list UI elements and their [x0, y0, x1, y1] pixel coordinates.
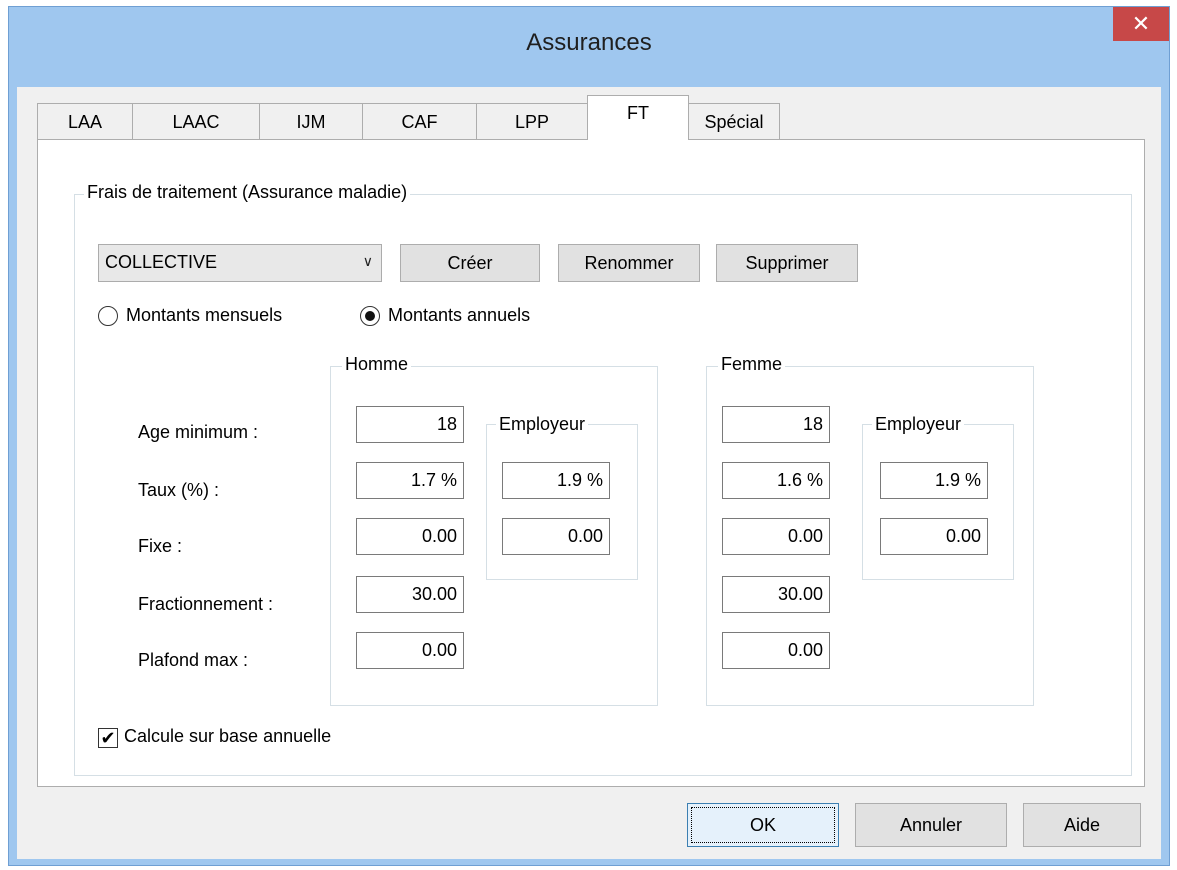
plan-select-value: COLLECTIVE: [105, 252, 218, 272]
homme-title: Homme: [342, 354, 412, 375]
help-button[interactable]: Aide: [1023, 803, 1141, 847]
homme-fixed-field[interactable]: 0.00: [356, 518, 464, 555]
monthly-radio[interactable]: [98, 306, 118, 326]
fixed-label: Fixe :: [138, 536, 183, 556]
tab-panel-ft: Frais de traitement (Assurance maladie) …: [37, 139, 1145, 787]
tab-ft[interactable]: FT: [587, 95, 689, 140]
homme-rate-field[interactable]: 1.7 %: [356, 462, 464, 499]
femme-age-min-field[interactable]: 18: [722, 406, 830, 443]
annual-radio[interactable]: [360, 306, 380, 326]
tab-lpp[interactable]: LPP: [476, 103, 588, 139]
rate-label: Taux (%) :: [138, 480, 220, 500]
checkmark-icon: ✔: [100, 728, 116, 748]
close-button[interactable]: ✕: [1113, 7, 1169, 41]
femme-fixed-field[interactable]: 0.00: [722, 518, 830, 555]
homme-employer-rate-field[interactable]: 1.9 %: [502, 462, 610, 499]
tab-caf[interactable]: CAF: [362, 103, 477, 139]
homme-age-min-field[interactable]: 18: [356, 406, 464, 443]
ok-button-label: OK: [691, 807, 835, 843]
femme-title: Femme: [718, 354, 786, 375]
annual-base-label: Calcule sur base annuelle: [124, 726, 332, 746]
radio-selected-dot: [365, 311, 375, 321]
homme-ceiling-field[interactable]: 0.00: [356, 632, 464, 669]
dialog-client: LAA LAAC IJM CAF LPP FT Spécial Frais de…: [17, 87, 1161, 859]
tab-special[interactable]: Spécial: [688, 103, 780, 139]
dialog-window: Assurances ✕ LAA LAAC IJM CAF LPP FT Spé…: [8, 6, 1170, 866]
plan-select[interactable]: COLLECTIVE ∨: [98, 244, 382, 282]
ok-button[interactable]: OK: [687, 803, 839, 847]
title-bar: Assurances ✕: [9, 7, 1169, 87]
tab-laac[interactable]: LAAC: [132, 103, 260, 139]
split-label: Fractionnement :: [138, 594, 274, 614]
annual-label: Montants annuels: [388, 305, 531, 325]
homme-employer-fixed-field[interactable]: 0.00: [502, 518, 610, 555]
femme-employer-title: Employeur: [872, 414, 965, 435]
homme-employer-group: [486, 424, 638, 580]
create-button[interactable]: Créer: [400, 244, 540, 282]
age-min-label: Age minimum :: [138, 422, 259, 442]
femme-employer-fixed-field[interactable]: 0.00: [880, 518, 988, 555]
group-title: Frais de traitement (Assurance maladie): [84, 182, 411, 203]
monthly-label: Montants mensuels: [126, 305, 283, 325]
femme-employer-rate-field[interactable]: 1.9 %: [880, 462, 988, 499]
rename-button[interactable]: Renommer: [558, 244, 700, 282]
femme-split-field[interactable]: 30.00: [722, 576, 830, 613]
chevron-down-icon: ∨: [362, 253, 373, 269]
femme-ceiling-field[interactable]: 0.00: [722, 632, 830, 669]
tab-laa[interactable]: LAA: [37, 103, 133, 139]
homme-employer-title: Employeur: [496, 414, 589, 435]
femme-employer-group: [862, 424, 1014, 580]
ceiling-label: Plafond max :: [138, 650, 249, 670]
femme-rate-field[interactable]: 1.6 %: [722, 462, 830, 499]
homme-split-field[interactable]: 30.00: [356, 576, 464, 613]
cancel-button[interactable]: Annuler: [855, 803, 1007, 847]
close-icon: ✕: [1131, 11, 1151, 36]
window-title: Assurances: [526, 29, 652, 56]
tab-ijm[interactable]: IJM: [259, 103, 363, 139]
annual-base-checkbox[interactable]: ✔: [98, 728, 118, 748]
delete-button[interactable]: Supprimer: [716, 244, 858, 282]
